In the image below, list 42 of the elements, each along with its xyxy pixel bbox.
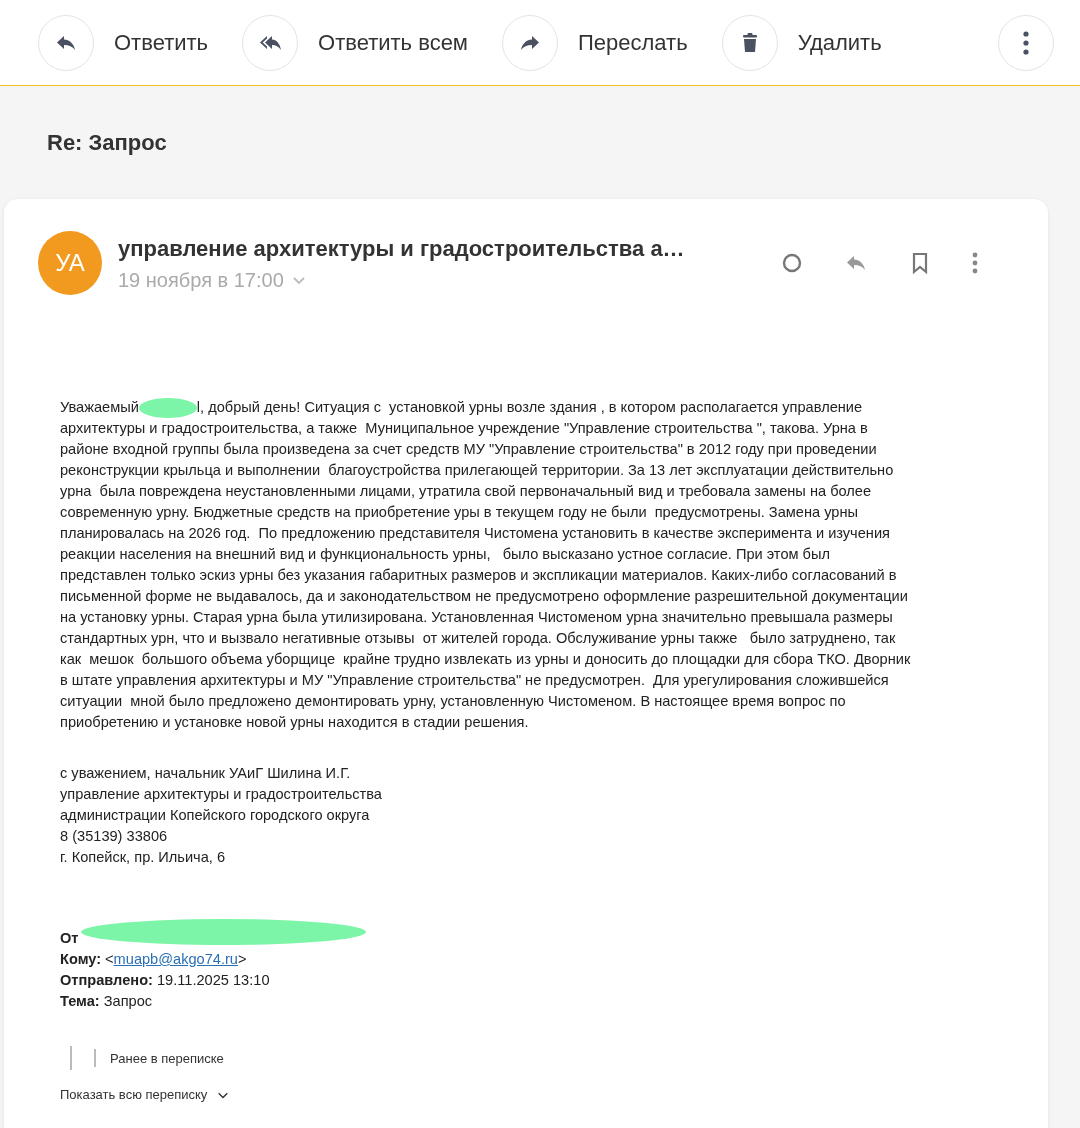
text-line: приобретению и установке новой урны находится в стадии решения. <box>60 713 530 732</box>
signature-line: г. Копейск, пр. Ильича, 6 <box>60 848 227 867</box>
text-line: представлен только эскиз урны без указания габаритных размеров и экспликации материалов. Каких-либо согласований в <box>60 566 898 585</box>
header-value: 19.11.2025 13:10 <box>155 971 270 990</box>
text-line: реакции населения на внешний вид и функциональность урны, было высказано устное согласие. При этом был <box>60 545 831 564</box>
text-line: как мешок большого объема уборщице крайне трудно извлекать из урны и доносить до площадки для сбора ТКО. Дворник <box>60 650 912 669</box>
text-line: урна была повреждена неустановленными лицами, утратила свой первоначальный вид и требовала замены на более <box>60 482 873 501</box>
signature-line: 8 (35139) 33806 <box>60 827 169 846</box>
text-line: планировалась на 2026 год. По предложению представителя Чистомена установить в качестве эксперимента и изучения <box>60 524 891 543</box>
signature-line: управление архитектуры и градостроительства <box>60 785 383 804</box>
text-line: l, добрый день! Ситуация с установкой урны возле здания , в котором располагается управление <box>196 398 863 417</box>
text-line: письменной форме не выдавалось, да и законодательством не предусмотрено оформление разрешительной документации <box>60 587 909 606</box>
header-value: < <box>104 950 114 969</box>
header-label: Тема: <box>60 992 100 1011</box>
greeting-text: Уважаемый <box>60 398 139 417</box>
email-link[interactable]: muapb@akgo74.ru <box>113 949 238 970</box>
text-line: ситуации мной было предложено демонтировать урну, установленную Чистоменом. В настоящее время вопрос по <box>60 692 847 711</box>
signature-line: администрации Копейского городского округа <box>60 806 371 825</box>
sender-name: управление архитектуры и градостроительства а… <box>118 235 686 263</box>
message-date: 19 ноября в 17:00 <box>118 268 284 293</box>
text-line: районе входной группы была произведена за счет средств МУ "Управление строительства" в 2012 году при проведении <box>60 440 878 459</box>
subject-title: Re: Запрос <box>46 129 168 157</box>
show-all-button[interactable]: Показать всю переписку <box>60 1084 230 1105</box>
signature-line: с уважением, начальник УАиГ Шилина И.Г. <box>60 764 352 783</box>
header-value: Запрос <box>102 992 153 1011</box>
earlier-label: Ранее в переписке <box>110 1049 224 1068</box>
avatar: УА <box>38 231 102 295</box>
text-line: реконструкции крыльца и выполнении благоустройства прилегающей территории. За 13 лет эксплуатации действительно <box>60 461 895 480</box>
more-icon <box>1023 30 1029 55</box>
text-line: стандартных урн, что и вызвало негативные отзывы от жителей города. Обслуживание урны также было затруднено, так <box>60 629 897 648</box>
reply-button[interactable]: Ответить <box>38 14 209 71</box>
header-label: Отправлено: <box>60 971 153 990</box>
chevron-down-icon <box>291 275 306 285</box>
text-line: на установку урны. Старая урна была утилизирована. Установленная Чистоменом урна значительно превышала размеры <box>60 608 894 627</box>
text-line: в штате управления архитектуры и МУ "Управление строительства" не предусмотрен. Для урегулирования сложившейся <box>60 671 890 690</box>
forward-button[interactable]: Переслать <box>502 14 688 71</box>
text-line: современную урну. Бюджетные средств на приобретение уры в текущем году не были предусмотрены. Замена урны <box>60 503 859 522</box>
delete-button[interactable]: Удалить <box>721 14 882 71</box>
header-label: Кому: <box>60 950 102 969</box>
header-value: > <box>237 950 247 969</box>
text-line: архитектуры и градостроительства, а также Муниципальное учреждение "Управление строительства ", такова. Урна в <box>60 419 869 438</box>
header-label: От <box>60 929 79 948</box>
